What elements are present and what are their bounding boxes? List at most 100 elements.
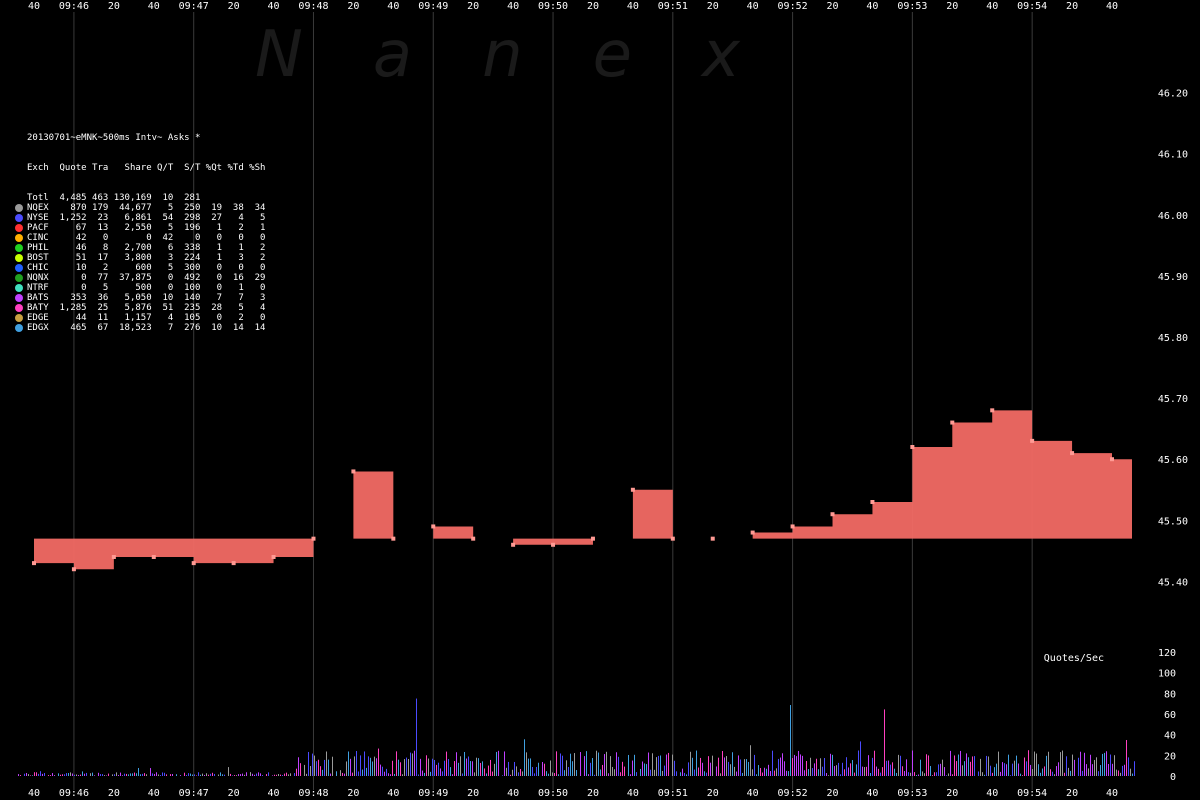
volume-bar [598,752,599,776]
volume-bar [914,772,915,776]
volume-bar [206,773,207,776]
volume-bar [322,769,323,776]
volume-bar [1072,754,1073,776]
volume-bar [250,772,251,776]
volume-bar [856,764,857,776]
volume-bar [560,753,561,776]
x-tick-label-top: 09:53 [897,1,927,12]
volume-bar [404,759,405,776]
volume-bar [858,750,859,776]
volume-bar [600,769,601,776]
volume-bar [558,774,559,776]
volume-tick-label: 120 [1158,648,1176,659]
volume-bar [384,771,385,776]
volume-bar [1038,764,1039,776]
x-tick-label-top: 40 [268,1,280,12]
volume-bar [994,767,995,776]
legend-row-nqex: NQEX 870 179 44,677 5 250 19 38 34 [15,203,265,213]
volume-bar [424,772,425,776]
legend-row-nyse: NYSE 1,252 23 6,861 54 298 27 4 5 [15,213,265,223]
volume-bar [998,751,999,776]
volume-bar [1024,757,1025,776]
volume-bar [498,750,499,776]
volume-bar [792,758,793,776]
x-tick-label-top: 20 [587,1,599,12]
volume-bar [52,773,53,776]
volume-bar [756,774,757,776]
volume-bar [370,757,371,776]
x-tick-label-top: 20 [228,1,240,12]
volume-bar [644,763,645,776]
volume-bar [1124,764,1125,776]
x-tick-label-bottom: 40 [387,788,399,799]
volume-bar [318,759,319,776]
volume-bar [734,766,735,776]
volume-bar [1010,775,1011,776]
volume-bar [320,766,321,776]
volume-bar [1062,750,1063,776]
volume-bar [776,768,777,776]
volume-bar [208,774,209,776]
volume-bar [874,750,875,776]
volume-bar [460,756,461,776]
x-tick-label-top: 09:54 [1017,1,1047,12]
volume-bar [808,769,809,776]
volume-bar [1114,755,1115,776]
volume-bar [1126,739,1127,776]
volume-bar [562,755,563,776]
volume-bar [82,771,83,776]
volume-bar [830,753,831,776]
volume-bar [392,760,393,776]
x-tick-label-bottom: 09:51 [658,788,688,799]
volume-bar [448,759,449,776]
volume-bar [380,764,381,776]
volume-bar [420,758,421,776]
x-tick-label-top: 09:47 [179,1,209,12]
legend-row-bost: BOST 51 17 3,800 3 224 1 3 2 [15,253,265,263]
volume-bar [950,750,951,776]
volume-bar [974,756,975,776]
volume-bar [90,773,91,776]
volume-bar [350,758,351,776]
volume-bar [1096,757,1097,776]
volume-bar [238,774,239,776]
volume-bar [328,759,329,776]
volume-bar [332,756,333,776]
x-tick-label-top: 40 [387,1,399,12]
x-tick-label-bottom: 09:54 [1017,788,1047,799]
volume-bar [616,752,617,776]
legend-marker-icon [15,224,23,232]
ask-point [231,561,236,566]
volume-bar [796,756,797,776]
volume-bar [590,762,591,776]
volume-bar [818,769,819,776]
volume-bar [438,762,439,776]
volume-bar [234,775,235,776]
x-tick-label-top: 40 [986,1,998,12]
legend-row-edge: EDGE 44 11 1,157 4 105 0 2 0 [15,313,265,323]
volume-bar [342,772,343,776]
volume-bar [766,768,767,776]
ask-point [551,542,556,547]
volume-bar [198,772,199,776]
volume-bar [820,758,821,776]
volume-bar [40,771,41,776]
volume-bar [794,754,795,776]
volume-bar [66,773,67,776]
volume-bar [70,772,71,776]
volume-bar [524,739,525,776]
volume-bar [944,767,945,776]
legend-row-bats: BATS 353 36 5,050 10 140 7 7 3 [15,293,265,303]
volume-bar [230,773,231,776]
x-tick-label-bottom: 40 [627,788,639,799]
volume-bar [850,763,851,776]
volume-bar [72,773,73,776]
volume-bar [750,745,751,776]
ask-point [790,524,795,529]
volume-bar [960,750,961,776]
volume-bar [840,774,841,776]
volume-bar [360,755,361,776]
volume-bar [824,758,825,776]
volume-bar [574,753,575,776]
volume-bar [74,774,75,776]
